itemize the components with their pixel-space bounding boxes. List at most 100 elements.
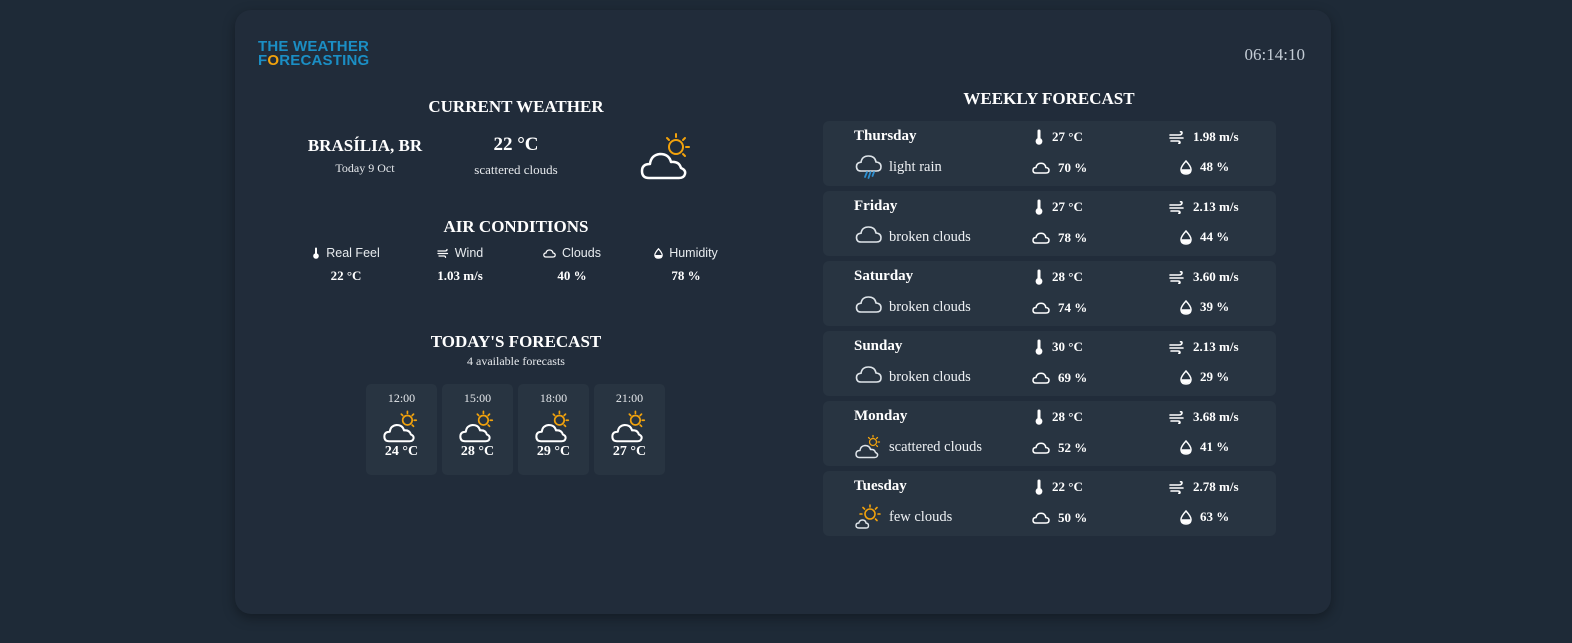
weekly-forecast-row: Monday scattered clouds 28 °C 3.68 m/s 5… (823, 401, 1276, 466)
forecast-description: broken clouds (889, 229, 971, 245)
air-condition-clouds: Clouds 40 % (517, 246, 627, 284)
wind-icon (1169, 270, 1185, 284)
rain-cloud-icon (855, 154, 883, 180)
forecast-clouds: 69 % (1032, 370, 1087, 386)
humidity-drop-icon (1180, 159, 1192, 175)
weekly-forecast-row: Friday broken clouds 27 °C 2.13 m/s 78 %… (823, 191, 1276, 256)
forecast-temperature: 27 °C (1034, 199, 1083, 215)
hourly-temperature: 28 °C (460, 444, 495, 459)
wind-icon (1169, 410, 1185, 424)
forecast-temperature: 28 °C (1034, 409, 1083, 425)
forecast-clouds: 52 % (1032, 440, 1087, 456)
todays-forecast-title: TODAY'S FORECAST (430, 332, 602, 351)
humidity-drop-icon (1180, 439, 1192, 455)
logo-line-2: FORECASTING (258, 52, 370, 69)
humidity-drop-icon (1180, 509, 1192, 525)
hourly-forecast-card: 15:00 28 °C (442, 384, 513, 475)
wind-icon (1169, 480, 1185, 494)
thermometer-icon (1034, 409, 1044, 425)
thermometer-icon (1034, 479, 1044, 495)
sun-small-cloud-icon (855, 504, 883, 530)
real-feel-value: 22 °C (330, 268, 362, 283)
forecast-clouds: 70 % (1032, 160, 1087, 176)
weekly-forecast-row: Thursday light rain 27 °C 1.98 m/s 70 % … (823, 121, 1276, 186)
thermometer-icon (1034, 199, 1044, 215)
hourly-time: 12:00 (387, 391, 416, 405)
forecast-day: Tuesday (854, 478, 907, 494)
weather-app-card: THE WEATHER FORECASTING 06:14:10 CURRENT… (235, 10, 1331, 614)
forecast-description: few clouds (889, 509, 953, 525)
humidity-drop-icon (1180, 369, 1192, 385)
forecast-description: scattered clouds (889, 439, 983, 455)
partly-cloudy-sun-icon (518, 410, 589, 444)
humidity-value: 78 % (671, 268, 701, 283)
current-description: scattered clouds (474, 162, 558, 177)
hourly-time: 15:00 (463, 391, 492, 405)
current-temperature: 22 °C (493, 134, 539, 155)
forecast-clouds: 50 % (1032, 510, 1087, 526)
cloud-icon (543, 248, 556, 258)
forecast-humidity: 48 % (1180, 159, 1229, 175)
cloud-icon (1032, 302, 1050, 314)
cloud-icon (855, 294, 883, 314)
hourly-time: 18:00 (539, 391, 568, 405)
thermometer-icon (1034, 339, 1044, 355)
partly-cloudy-sun-icon (855, 434, 883, 460)
weekly-forecast-row: Sunday broken clouds 30 °C 2.13 m/s 69 %… (823, 331, 1276, 396)
city-name: BRASÍLIA, BR (307, 136, 423, 155)
weekly-forecast-row: Saturday broken clouds 28 °C 3.60 m/s 74… (823, 261, 1276, 326)
partly-cloudy-sun-icon (366, 410, 437, 444)
forecast-day: Sunday (854, 338, 903, 354)
hourly-forecast-card: 21:00 27 °C (594, 384, 665, 475)
forecast-wind: 3.60 m/s (1169, 269, 1239, 285)
wind-icon (1169, 130, 1185, 144)
current-weather-title: CURRENT WEATHER (428, 97, 604, 116)
humidity-drop-icon (1180, 229, 1192, 245)
cloud-icon (1032, 162, 1050, 174)
forecast-humidity: 41 % (1180, 439, 1229, 455)
forecast-wind: 2.78 m/s (1169, 479, 1239, 495)
forecast-day: Friday (854, 198, 898, 214)
partly-cloudy-sun-icon (594, 410, 665, 444)
forecast-description: broken clouds (889, 299, 971, 315)
air-condition-humidity: Humidity 78 % (631, 246, 741, 284)
forecast-wind: 3.68 m/s (1169, 409, 1239, 425)
current-date: Today 9 Oct (335, 161, 395, 175)
air-conditions-title: AIR CONDITIONS (443, 217, 589, 236)
forecast-humidity: 44 % (1180, 229, 1229, 245)
forecast-wind: 2.13 m/s (1169, 339, 1239, 355)
hourly-forecast-card: 18:00 29 °C (518, 384, 589, 475)
thermometer-icon (312, 247, 320, 259)
hourly-forecast-card: 12:00 24 °C (366, 384, 437, 475)
thermometer-icon (1034, 269, 1044, 285)
forecast-temperature: 22 °C (1034, 479, 1083, 495)
wind-icon (1169, 340, 1185, 354)
weekly-forecast-row: Tuesday few clouds 22 °C 2.78 m/s 50 % 6… (823, 471, 1276, 536)
hourly-temperature: 29 °C (536, 444, 571, 459)
cloud-icon (1032, 232, 1050, 244)
cloud-icon (1032, 442, 1050, 454)
cloud-icon (855, 224, 883, 244)
cloud-icon (1032, 512, 1050, 524)
forecast-clouds: 78 % (1032, 230, 1087, 246)
hourly-temperature: 24 °C (384, 444, 419, 459)
humidity-drop-icon (1180, 299, 1192, 315)
wind-icon (1169, 200, 1185, 214)
clouds-label: Clouds (562, 246, 601, 260)
air-condition-wind: Wind 1.03 m/s (405, 246, 515, 284)
wind-value: 1.03 m/s (437, 268, 483, 283)
partly-cloudy-sun-icon (640, 132, 696, 182)
clouds-value: 40 % (557, 268, 587, 283)
clock: 06:14:10 (1244, 45, 1305, 64)
cloud-icon (855, 364, 883, 384)
air-condition-real-feel: Real Feel 22 °C (291, 246, 401, 284)
weekly-forecast-title: WEEKLY FORECAST (963, 89, 1135, 108)
humidity-drop-icon (654, 247, 663, 259)
cloud-icon (1032, 372, 1050, 384)
humidity-label: Humidity (669, 246, 718, 260)
partly-cloudy-sun-icon (442, 410, 513, 444)
forecast-wind: 1.98 m/s (1169, 129, 1239, 145)
forecast-day: Monday (854, 408, 908, 424)
wind-label: Wind (454, 246, 484, 260)
forecast-description: broken clouds (889, 369, 971, 385)
